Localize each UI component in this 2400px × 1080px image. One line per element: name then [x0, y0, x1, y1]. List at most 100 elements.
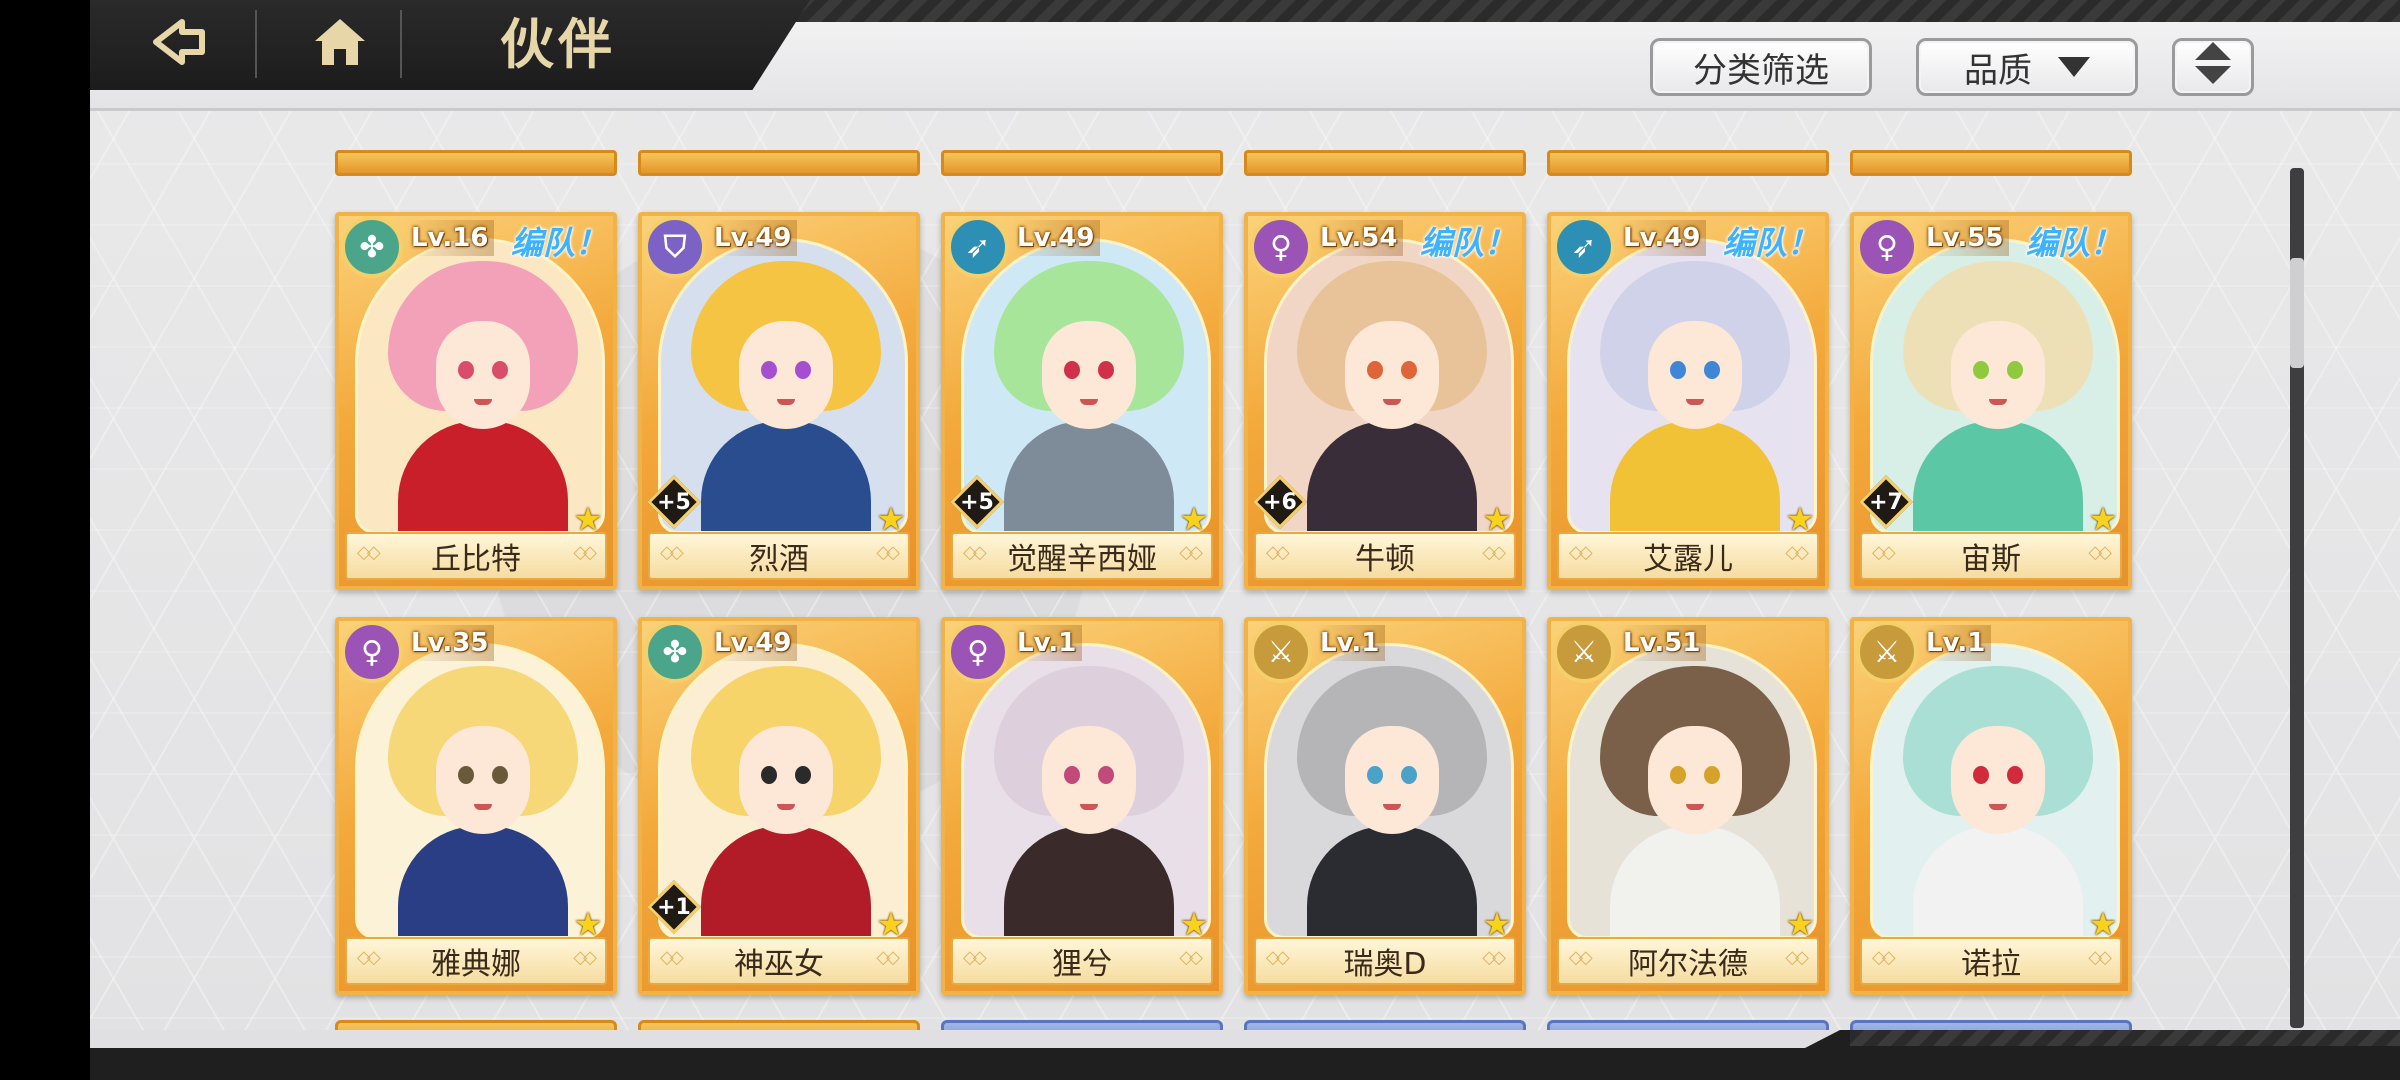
sword-icon: ⚔ — [1856, 621, 1918, 683]
top-stripe — [730, 0, 2400, 22]
partner-card[interactable]: ✤Lv.16 编队！ ★丘比特 — [335, 212, 617, 590]
enhance-badge: +5 — [648, 476, 700, 528]
partner-name: 神巫女 — [648, 937, 910, 985]
star-icon: ★ — [1179, 905, 1209, 943]
back-arrow-icon — [152, 18, 208, 70]
chevron-down-icon — [2058, 57, 2090, 77]
bottom-stripe — [1850, 1030, 2400, 1046]
partner-name: 烈酒 — [648, 532, 910, 580]
partner-name: 牛顿 — [1254, 532, 1516, 580]
bow-icon: ➶ — [947, 216, 1009, 278]
scrollbar-thumb[interactable] — [2290, 258, 2304, 368]
partner-screen: 伙伴 分类筛选 品质 ✤Lv.16编队！★丘比特⛉Lv.49+5★烈酒➶Lv.4… — [90, 0, 2400, 1080]
star-icon: ★ — [1785, 905, 1815, 943]
partner-card[interactable]: ⚔Lv.1 ★瑞奥D — [1244, 617, 1526, 995]
partner-level: Lv.16 — [405, 220, 495, 256]
partial-card-bottom — [1850, 1020, 2132, 1030]
star-icon: ★ — [1179, 500, 1209, 538]
partial-card-top — [1547, 150, 1829, 176]
quality-label: 品质 — [1964, 50, 2032, 91]
partial-card-bottom — [638, 1020, 920, 1030]
star-icon: ★ — [1482, 500, 1512, 538]
partner-level: Lv.1 — [1011, 625, 1083, 661]
partial-card-top — [1850, 150, 2132, 176]
character-portrait — [1567, 238, 1817, 534]
partner-card[interactable]: ➶Lv.49 +5 ★觉醒辛西娅 — [941, 212, 1223, 590]
partner-card[interactable]: ♀Lv.35 ★雅典娜 — [335, 617, 617, 995]
star-icon: ★ — [2088, 500, 2118, 538]
enhance-badge: +7 — [1860, 476, 1912, 528]
home-button[interactable] — [290, 10, 390, 78]
star-icon: ★ — [2088, 905, 2118, 943]
enhance-badge: +6 — [1254, 476, 1306, 528]
character-portrait — [1264, 643, 1514, 939]
partner-card[interactable]: ✤Lv.49 +1 ★神巫女 — [638, 617, 920, 995]
character-portrait — [1870, 643, 2120, 939]
nav-divider — [400, 10, 402, 78]
partner-name: 艾露儿 — [1557, 532, 1819, 580]
partial-card-bottom — [335, 1020, 617, 1030]
staff-icon: ♀ — [1856, 216, 1918, 278]
quality-sort-dropdown[interactable]: 品质 — [1916, 38, 2138, 96]
character-portrait — [1567, 643, 1817, 939]
partner-card[interactable]: ⚔Lv.51 ★阿尔法德 — [1547, 617, 1829, 995]
sort-order-button[interactable] — [2172, 38, 2254, 96]
left-black-bar — [0, 0, 90, 1080]
partner-card[interactable]: ♀Lv.1 ★狸兮 — [941, 617, 1223, 995]
partial-card-bottom — [1244, 1020, 1526, 1030]
partner-level: Lv.51 — [1617, 625, 1707, 661]
partner-level: Lv.1 — [1314, 625, 1386, 661]
team-tag: 编队！ — [2025, 224, 2122, 262]
partner-card[interactable]: ⚔Lv.1 ★诺拉 — [1850, 617, 2132, 995]
enhance-badge: +5 — [951, 476, 1003, 528]
clover-icon: ✤ — [644, 621, 706, 683]
partner-name: 丘比特 — [345, 532, 607, 580]
partner-level: Lv.55 — [1920, 220, 2010, 256]
partner-name: 宙斯 — [1860, 532, 2122, 580]
team-tag: 编队！ — [1722, 224, 1819, 262]
partner-grid: ✤Lv.16编队！★丘比特⛉Lv.49+5★烈酒➶Lv.49+5★觉醒辛西娅♀L… — [90, 110, 2400, 1030]
partial-card-bottom — [1547, 1020, 1829, 1030]
partial-card-top — [335, 150, 617, 176]
partner-name: 阿尔法德 — [1557, 937, 1819, 985]
partner-level: Lv.49 — [708, 625, 798, 661]
staff-icon: ♀ — [947, 621, 1009, 683]
partner-card[interactable]: ♀Lv.55 编队！ +7 ★宙斯 — [1850, 212, 2132, 590]
home-icon — [313, 17, 367, 71]
partner-level: Lv.49 — [1617, 220, 1707, 256]
partner-card[interactable]: ➶Lv.49 编队！ ★艾露儿 — [1547, 212, 1829, 590]
bottom-light-strip — [90, 1030, 1840, 1048]
character-portrait — [355, 643, 605, 939]
partial-card-top — [1244, 150, 1526, 176]
staff-icon: ♀ — [1250, 216, 1312, 278]
shield-icon: ⛉ — [644, 216, 706, 278]
partner-card[interactable]: ⛉Lv.49 +5 ★烈酒 — [638, 212, 920, 590]
back-button[interactable] — [130, 10, 230, 78]
staff-icon: ♀ — [341, 621, 403, 683]
partner-name: 觉醒辛西娅 — [951, 532, 1213, 580]
partial-card-top — [638, 150, 920, 176]
sword-icon: ⚔ — [1250, 621, 1312, 683]
partner-name: 雅典娜 — [345, 937, 607, 985]
team-tag: 编队！ — [1419, 224, 1516, 262]
enhance-badge: +1 — [648, 881, 700, 933]
sort-order-icon — [2191, 38, 2235, 97]
nav-divider — [255, 10, 257, 78]
partner-level: Lv.35 — [405, 625, 495, 661]
partner-level: Lv.54 — [1314, 220, 1404, 256]
top-bar: 伙伴 分类筛选 品质 — [90, 0, 2400, 111]
star-icon: ★ — [876, 500, 906, 538]
partner-name: 狸兮 — [951, 937, 1213, 985]
partner-card[interactable]: ♀Lv.54 编队！ +6 ★牛顿 — [1244, 212, 1526, 590]
star-icon: ★ — [573, 500, 603, 538]
partner-level: Lv.1 — [1920, 625, 1992, 661]
partner-name: 瑞奥D — [1254, 937, 1516, 985]
character-portrait — [961, 643, 1211, 939]
star-icon: ★ — [1785, 500, 1815, 538]
scrollbar[interactable] — [2290, 168, 2304, 1028]
partial-card-top — [941, 150, 1223, 176]
partner-name: 诺拉 — [1860, 937, 2122, 985]
partial-card-bottom — [941, 1020, 1223, 1030]
category-filter-button[interactable]: 分类筛选 — [1650, 38, 1872, 96]
character-portrait — [355, 238, 605, 534]
